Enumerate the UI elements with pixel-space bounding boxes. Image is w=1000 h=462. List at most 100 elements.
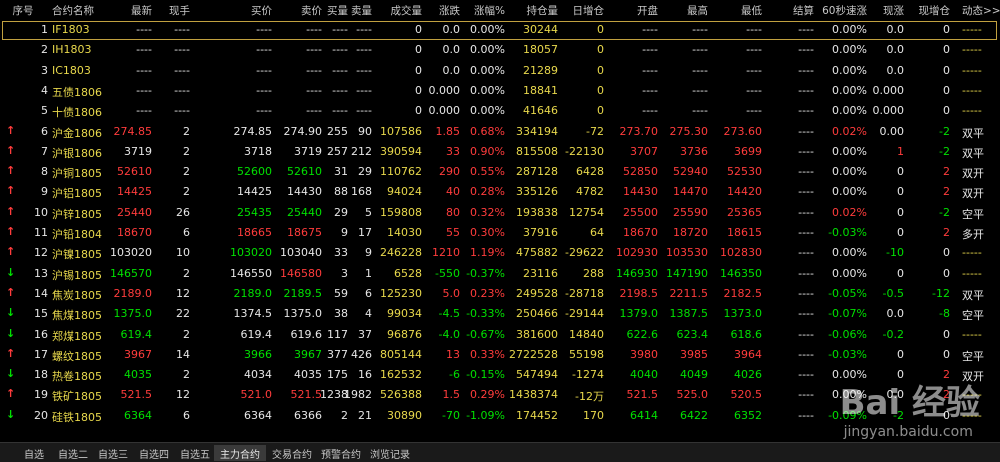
table-cell: 30244 <box>523 23 558 36</box>
table-cell: 3718 <box>244 144 272 158</box>
column-header[interactable]: 持仓量 <box>510 3 559 18</box>
table-cell: 双平 <box>962 126 984 140</box>
table-cell: -2 <box>939 124 950 138</box>
column-header[interactable]: 序号 <box>4 3 42 18</box>
table-cell: 郑煤1805 <box>52 329 102 343</box>
table-cell: 0.0 <box>886 43 905 57</box>
table-cell: IF1803 <box>52 23 90 36</box>
table-row[interactable]: ↓ 13 沪锡1805 146570 2 146550 146580 3 1 6528 -550 -0… <box>0 264 1000 284</box>
column-header[interactable]: 日增仓 <box>556 3 605 18</box>
tab-6[interactable]: 交易合约 <box>266 445 318 461</box>
table-row[interactable]: 5 十债1806 ---- ---- ---- ---- ---- ---- 0 0.000 0.0… <box>0 101 1000 121</box>
arrow-up-icon: ↑ <box>6 225 16 238</box>
column-header[interactable]: 涨幅% <box>460 3 505 18</box>
column-header[interactable]: 最低 <box>724 3 762 18</box>
table-cell: 3736 <box>680 144 708 158</box>
column-header[interactable]: 最高 <box>670 3 708 18</box>
table-cell: 1.85 <box>435 124 461 138</box>
tab-7[interactable]: 预警合约 <box>315 445 367 461</box>
table-row[interactable]: ↑ 6 沪金1806 274.85 2 274.85 274.90 255 90 107586 1.… <box>0 122 1000 142</box>
table-cell: ---- <box>798 63 814 77</box>
table-cell: 249528 <box>516 286 558 300</box>
table-cell: 焦煤1805 <box>52 309 102 323</box>
table-cell: 521.5 <box>626 388 659 402</box>
column-header[interactable]: 开盘 <box>620 3 658 18</box>
table-row[interactable]: 1 IF1803 ---- ---- ---- ---- ---- ---- 0 0.0 0.00%… <box>0 20 1000 40</box>
table-cell: ---- <box>692 104 708 118</box>
tab-1[interactable]: 自选二 <box>52 445 94 461</box>
table-cell: 0.000 <box>428 83 461 97</box>
table-cell: 0.55% <box>470 165 505 179</box>
table-cell: 14420 <box>727 185 762 199</box>
table-cell: 25440 <box>117 205 152 219</box>
tab-5[interactable]: 主力合约 <box>214 445 266 461</box>
table-cell: 805144 <box>380 347 422 361</box>
table-cell: 99034 <box>387 307 422 321</box>
column-header[interactable]: 涨跌 <box>420 3 460 18</box>
column-header[interactable]: 卖量 <box>336 3 372 18</box>
table-row[interactable]: ↑ 10 沪锌1805 25440 26 25435 25440 29 5 159808 80 0.3… <box>0 203 1000 223</box>
column-header[interactable]: 结算 <box>780 3 814 18</box>
table-row[interactable]: 2 IH1803 ---- ---- ---- ---- ---- ---- 0 0.0 0.00%… <box>0 40 1000 60</box>
table-cell: 0 <box>897 266 904 280</box>
column-header[interactable]: 60秒速涨 <box>815 3 867 18</box>
table-cell: 0.00% <box>470 83 505 97</box>
table-cell: 沪镍1805 <box>52 248 102 262</box>
table-cell: 0.0 <box>886 307 905 321</box>
table-cell: 3966 <box>244 347 272 361</box>
table-cell: -29144 <box>565 307 604 321</box>
table-cell: ---- <box>256 23 272 36</box>
table-row[interactable]: ↑ 9 沪铝1805 14425 2 14425 14430 88 168 94024 40 0.28… <box>0 182 1000 202</box>
watermark: Bai 经验 jingyan.baidu.com <box>840 375 980 440</box>
table-row[interactable]: ↓ 16 郑煤1805 619.4 2 619.4 619.6 117 37 96876 -4.0-… <box>0 325 1000 345</box>
table-cell: ----- <box>962 327 982 341</box>
tab-4[interactable]: 自选五 <box>174 445 216 461</box>
table-cell: ---- <box>356 104 372 118</box>
table-cell: 14840 <box>569 327 604 341</box>
column-header[interactable]: 买价 <box>230 3 272 18</box>
table-cell: ----- <box>962 83 982 97</box>
table-row[interactable]: ↑ 8 沪铜1805 52610 2 52600 52610 31 29 110762 290 0.5… <box>0 162 1000 182</box>
table-row[interactable]: ↓ 15 焦煤1805 1375.0 22 1374.5 1375.0 38 4 99034 -4.… <box>0 304 1000 324</box>
table-cell: ----- <box>962 63 982 77</box>
column-header[interactable]: 成交量 <box>376 3 423 18</box>
table-row[interactable]: ↑ 7 沪银1806 3719 2 3718 3719 257 212 390594 33 0.90%… <box>0 142 1000 162</box>
tab-3[interactable]: 自选四 <box>133 445 175 461</box>
table-cell: 4 <box>41 83 48 97</box>
table-cell: ----- <box>962 266 982 280</box>
column-header[interactable]: 动态>> <box>962 3 1000 18</box>
table-cell: -22130 <box>565 144 604 158</box>
table-cell: 焦炭1805 <box>52 288 102 302</box>
table-row[interactable]: 3 IC1803 ---- ---- ---- ---- ---- ---- 0 0.0 0.00%… <box>0 61 1000 81</box>
tab-2[interactable]: 自选三 <box>92 445 134 461</box>
arrow-down-icon: ↓ <box>6 407 16 421</box>
table-row[interactable]: 4 五债1806 ---- ---- ---- ---- ---- ---- 0 0.000 0.0… <box>0 81 1000 101</box>
column-header[interactable]: 最新 <box>112 3 152 18</box>
table-row[interactable]: ↑ 17 螺纹1805 3967 14 3966 3967 377 426 805144 13 0.3… <box>0 345 1000 365</box>
table-row[interactable]: ↑ 11 沪铅1804 18670 6 18665 18675 9 17 14030 55 0.30%… <box>0 223 1000 243</box>
table-cell: ----- <box>962 43 982 57</box>
table-cell: ---- <box>798 368 814 382</box>
column-header[interactable]: 合约名称 <box>52 3 112 18</box>
column-header[interactable]: 现手 <box>150 3 190 18</box>
table-cell: 14425 <box>117 185 152 199</box>
table-cell: 沪铜1805 <box>52 167 102 181</box>
table-cell: 双平 <box>962 146 984 160</box>
column-header[interactable]: 现涨 <box>866 3 904 18</box>
table-cell: 1 <box>365 266 372 280</box>
table-cell: -0.37% <box>466 266 505 280</box>
table-cell: 30890 <box>387 408 422 422</box>
watermark-brand: Bai 经验 <box>839 383 980 423</box>
table-row[interactable]: ↑ 14 焦炭1805 2189.0 12 2189.0 2189.5 59 6 125230 5.… <box>0 284 1000 304</box>
table-cell: 2189.0 <box>113 286 153 300</box>
tab-0[interactable]: 自选 <box>18 445 50 461</box>
tab-8[interactable]: 浏览记录 <box>364 445 416 461</box>
table-cell: 0.00% <box>470 63 505 77</box>
table-row[interactable]: ↑ 12 沪镍1805 103020 10 103020 103040 33 9 246228 12… <box>0 243 1000 263</box>
table-cell: 212 <box>351 144 372 158</box>
table-cell: 0 <box>597 63 604 77</box>
table-cell: -29622 <box>565 246 604 260</box>
column-header[interactable]: 现增仓 <box>912 3 951 18</box>
table-cell: 6 <box>183 226 190 239</box>
table-cell: -6 <box>449 368 460 382</box>
